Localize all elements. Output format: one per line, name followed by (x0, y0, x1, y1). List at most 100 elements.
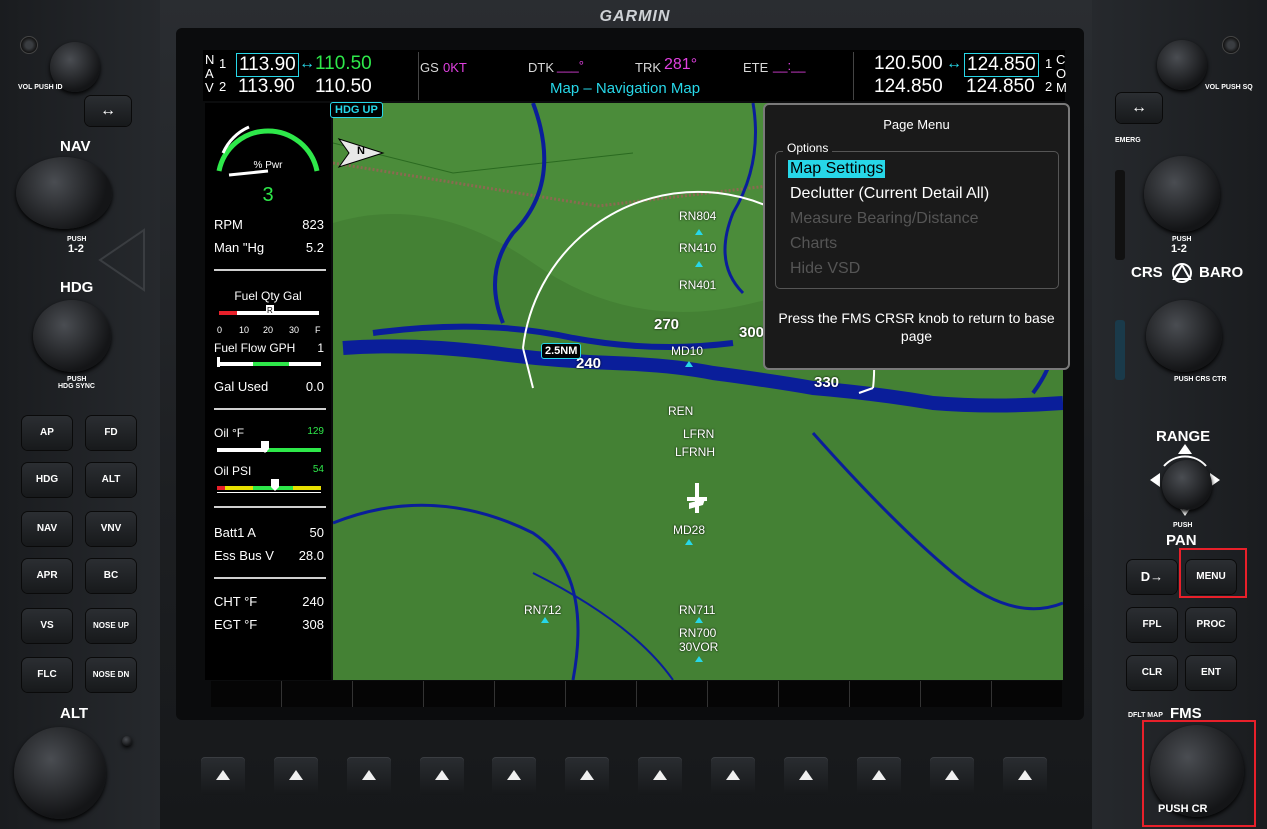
com-push-label: PUSH (1172, 236, 1192, 243)
fd-button[interactable]: FD (86, 416, 136, 450)
softkey-12[interactable] (1003, 757, 1047, 795)
nav1-active-freq[interactable]: 113.90 (236, 53, 299, 77)
page-title: Map – Navigation Map (550, 80, 701, 97)
ap-button[interactable]: AP (22, 416, 72, 450)
road (333, 161, 794, 208)
waypoint-30vor[interactable]: 30VOR (679, 640, 718, 654)
softkey-slot (708, 681, 779, 707)
com1-standby-freq[interactable]: 124.850 (964, 53, 1039, 77)
alt-button[interactable]: ALT (86, 463, 136, 497)
nav2-active-freq[interactable]: 113.90 (238, 76, 295, 98)
clr-button[interactable]: CLR (1127, 656, 1177, 690)
waypoint-marker-icon (685, 539, 693, 545)
softkey-1[interactable] (201, 757, 245, 795)
softkey-4[interactable] (420, 757, 464, 795)
menu-item-hide-vsd: Hide VSD (790, 260, 861, 277)
softkey-5[interactable] (492, 757, 536, 795)
waypoint-md10[interactable]: MD10 (671, 344, 703, 358)
softkey-10[interactable] (857, 757, 901, 795)
crs-ctr-label: PUSH CRS CTR (1174, 376, 1227, 383)
indicator-light (122, 736, 132, 746)
waypoint-lfrn[interactable]: LFRN (683, 427, 714, 441)
softkey-9[interactable] (784, 757, 828, 795)
waypoint-lfrnh[interactable]: LFRNH (675, 445, 715, 459)
fpl-button[interactable]: FPL (1127, 608, 1177, 642)
map-orientation-label[interactable]: HDG UP (330, 102, 383, 118)
vs-button[interactable]: VS (22, 609, 72, 643)
altitude-knob[interactable] (14, 727, 106, 819)
softkey-8[interactable] (711, 757, 755, 795)
nav2-standby-freq[interactable]: 110.50 (315, 76, 372, 98)
waypoint-rn711[interactable]: RN711 (679, 603, 715, 617)
softkey-3[interactable] (347, 757, 391, 795)
fuel-scale-0: 0 (217, 325, 222, 335)
com2-standby-freq[interactable]: 124.850 (966, 76, 1035, 98)
menu-item-map-settings[interactable]: Map Settings (788, 160, 886, 178)
waypoint-rn804[interactable]: RN804 (679, 209, 716, 223)
waypoint-md28[interactable]: MD28 (673, 523, 705, 537)
nav-button[interactable]: NAV (22, 512, 72, 546)
man-row: Man "Hg 5.2 (214, 240, 324, 255)
softkey-11[interactable] (930, 757, 974, 795)
nav1-standby-freq[interactable]: 110.50 (315, 53, 372, 75)
nose-up-button[interactable]: NOSE UP (86, 609, 136, 643)
proc-button[interactable]: PROC (1186, 608, 1236, 642)
softkey-2[interactable] (274, 757, 318, 795)
softkey-slot (282, 681, 353, 707)
brand-logo: GARMIN (599, 8, 671, 25)
softkey-6[interactable] (565, 757, 609, 795)
compass-label-300: 300 (739, 324, 765, 341)
waypoint-rn700[interactable]: RN700 (679, 626, 716, 640)
fuel-flow-label: Fuel Flow GPH (214, 341, 296, 355)
vnv-button[interactable]: VNV (86, 512, 136, 546)
page-menu: Page Menu Map Settings Declutter (Curren… (763, 103, 1070, 370)
com2-active-freq[interactable]: 124.850 (874, 76, 943, 98)
com-swap-button[interactable]: ↔ (1116, 93, 1162, 123)
flc-button[interactable]: FLC (22, 658, 72, 692)
compass-label-270: 270 (654, 316, 680, 333)
softkey-7[interactable] (638, 757, 682, 795)
waypoint-rn712[interactable]: RN712 (524, 603, 561, 617)
cht-label: CHT °F (214, 594, 258, 609)
menu-item-declutter[interactable]: Declutter (Current Detail All) (790, 185, 989, 203)
heading-knob[interactable] (33, 300, 111, 372)
nose-dn-button[interactable]: NOSE DN (86, 658, 136, 692)
range-label: RANGE (1156, 428, 1211, 445)
bc-button[interactable]: BC (86, 559, 136, 593)
apr-button[interactable]: APR (22, 559, 72, 593)
crs-baro-icon (1172, 262, 1192, 283)
waypoint-rn410[interactable]: RN410 (679, 241, 716, 255)
essbus-row: Ess Bus V 28.0 (214, 548, 324, 563)
com2-index: 2 (1045, 79, 1053, 94)
fuel-flow-value: 1 (317, 341, 324, 355)
waypoint-rn401[interactable]: RN401 (679, 278, 716, 292)
hdg-knob-label: HDG (60, 279, 94, 296)
ent-button[interactable]: ENT (1186, 656, 1236, 690)
com-frequency-knob[interactable] (1144, 156, 1220, 232)
softkey-slot (921, 681, 992, 707)
pwr-value: 3 (262, 184, 274, 206)
top-status-bar: N A V 1 2 113.90 ↔ 110.50 113.90 110.50 … (203, 50, 1067, 101)
direct-to-button[interactable]: D→ (1127, 560, 1177, 594)
egt-row: EGT °F 308 (214, 617, 324, 632)
com1-active-freq[interactable]: 120.500 (874, 53, 943, 75)
hdg-button[interactable]: HDG (22, 463, 72, 497)
com-volume-knob[interactable] (1157, 40, 1207, 90)
crs-baro-knob[interactable] (1146, 300, 1222, 372)
nav-swap-button[interactable]: ↔ (85, 96, 131, 126)
screw-icon (20, 36, 38, 54)
range-pan-knob[interactable] (1162, 460, 1212, 510)
fuel-qty-gauge: 0 10 20 30 F R (217, 305, 321, 335)
gal-used-row: Gal Used 0.0 (214, 379, 324, 394)
hdg-push-label: PUSH (67, 376, 87, 383)
nav-frequency-knob[interactable] (16, 157, 112, 229)
com-letter-m: M (1056, 80, 1067, 95)
vol-label: VOL PUSH ID (18, 84, 63, 91)
com-swap-arrow-icon: ↔ (946, 55, 962, 72)
dflt-map-label: DFLT MAP (1128, 712, 1163, 719)
man-label: Man "Hg (214, 240, 265, 255)
oil-temp-row: Oil °F 129 (214, 426, 324, 440)
waypoint-ren[interactable]: REN (668, 404, 693, 418)
rpm-value: 823 (302, 217, 324, 232)
nav-knob-label: NAV (60, 138, 91, 155)
